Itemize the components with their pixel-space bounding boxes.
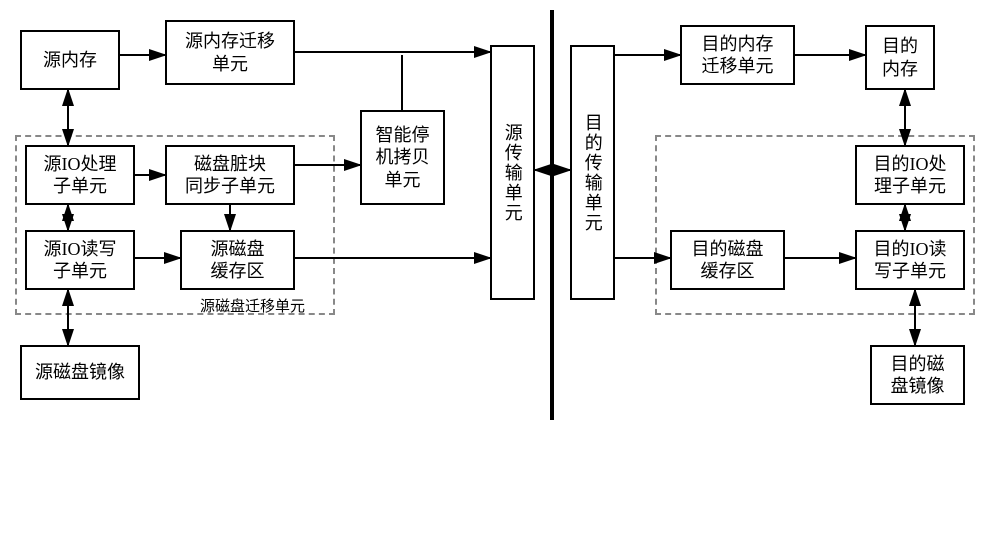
dst-disk-mirror-box: 目的磁 盘镜像 — [870, 345, 965, 405]
dst-io-rw-subunit-box: 目的IO读 写子单元 — [855, 230, 965, 290]
src-disk-migration-unit-label: 源磁盘迁移单元 — [200, 295, 305, 316]
src-transport-unit-box: 源传输单元 — [490, 45, 535, 300]
src-io-rw-subunit-box: 源IO读写 子单元 — [25, 230, 135, 290]
src-disk-mirror-box: 源磁盘镜像 — [20, 345, 140, 400]
src-memory-box: 源内存 — [20, 30, 120, 90]
dst-memory-migration-unit-box: 目的内存 迁移单元 — [680, 25, 795, 85]
dst-transport-unit-box: 目的传输单元 — [570, 45, 615, 300]
src-io-proc-subunit-box: 源IO处理 子单元 — [25, 145, 135, 205]
smart-stop-copy-unit-box: 智能停 机拷贝 单元 — [360, 110, 445, 205]
src-memory-migration-unit-box: 源内存迁移 单元 — [165, 20, 295, 85]
src-disk-cache-box: 源磁盘 缓存区 — [180, 230, 295, 290]
center-divider — [550, 10, 554, 420]
dst-io-proc-subunit-box: 目的IO处 理子单元 — [855, 145, 965, 205]
dst-memory-box: 目的 内存 — [865, 25, 935, 90]
disk-dirty-block-sync-subunit-box: 磁盘脏块 同步子单元 — [165, 145, 295, 205]
dst-disk-cache-box: 目的磁盘 缓存区 — [670, 230, 785, 290]
